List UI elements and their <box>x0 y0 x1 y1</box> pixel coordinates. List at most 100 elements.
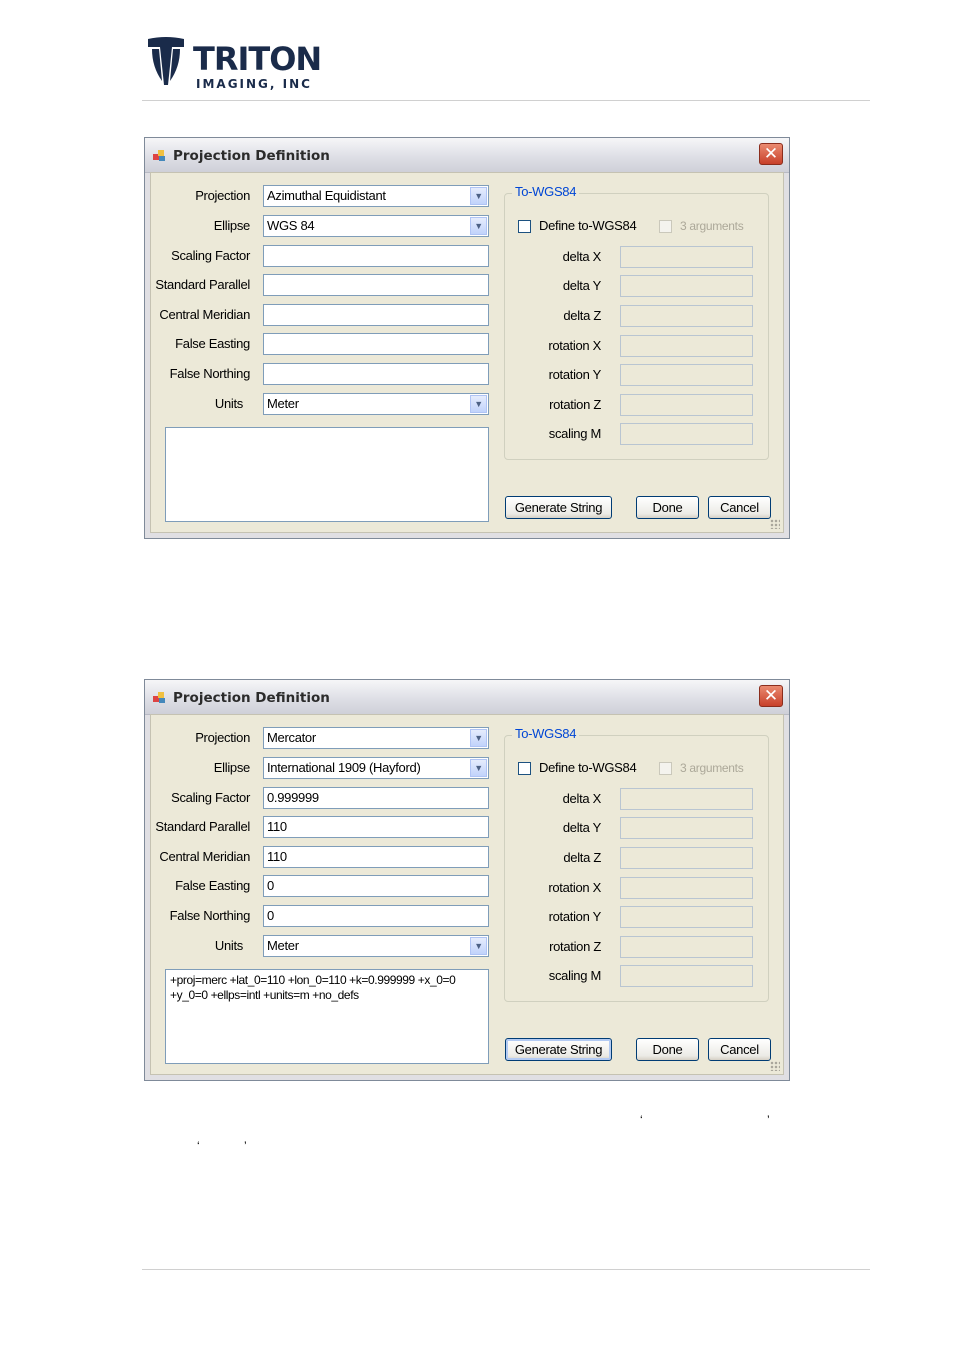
cancel-button[interactable]: Cancel <box>708 496 771 519</box>
units-value: Meter <box>267 396 299 411</box>
close-icon: ✕ <box>763 686 779 706</box>
false-northing-input[interactable] <box>263 363 489 385</box>
three-arguments-checkbox[interactable] <box>659 762 672 775</box>
quote-mark: ‘ <box>640 1113 643 1127</box>
three-arguments-checkbox[interactable] <box>659 220 672 233</box>
rotation-x-input[interactable] <box>620 877 753 899</box>
close-icon: ✕ <box>763 144 779 164</box>
header-divider <box>142 100 870 101</box>
quote-mark: ‘ <box>197 1139 200 1153</box>
dialog-client: Projection Azimuthal Equidistant ▼ Ellips… <box>150 172 784 533</box>
rotation-x-label: rotation X <box>548 880 601 895</box>
units-dropdown[interactable]: Meter ▼ <box>263 393 489 415</box>
projection-dropdown[interactable]: Azimuthal Equidistant ▼ <box>263 185 489 207</box>
resize-grip-icon[interactable] <box>770 1061 780 1071</box>
define-towgs84-label: Define to-WGS84 <box>539 760 637 775</box>
proj-string-output[interactable] <box>165 427 489 522</box>
ellipse-value: WGS 84 <box>267 218 315 233</box>
chevron-down-icon[interactable]: ▼ <box>470 395 487 413</box>
projection-label: Projection <box>195 188 250 203</box>
units-label: Units <box>214 396 243 411</box>
delta-x-input[interactable] <box>620 246 753 268</box>
chevron-down-icon[interactable]: ▼ <box>470 217 487 235</box>
projection-dropdown[interactable]: Mercator ▼ <box>263 727 489 749</box>
projection-dialog-1: Projection Definition ✕ Projection Azimu… <box>144 137 790 539</box>
scaling-m-input[interactable] <box>620 423 753 445</box>
dialog-titlebar: Projection Definition ✕ <box>145 138 789 173</box>
delta-y-input[interactable] <box>620 275 753 297</box>
proj-string-output[interactable]: +proj=merc +lat_0=110 +lon_0=110 +k=0.99… <box>165 969 489 1064</box>
units-dropdown[interactable]: Meter ▼ <box>263 935 489 957</box>
dialog-title: Projection Definition <box>173 690 330 706</box>
chevron-down-icon[interactable]: ▼ <box>470 187 487 205</box>
chevron-down-icon[interactable]: ▼ <box>470 729 487 747</box>
delta-z-input[interactable] <box>620 847 753 869</box>
standard-parallel-input[interactable] <box>263 274 489 296</box>
define-towgs84-checkbox[interactable] <box>518 762 531 775</box>
scaling-m-input[interactable] <box>620 965 753 987</box>
ellipse-dropdown[interactable]: International 1909 (Hayford) ▼ <box>263 757 489 779</box>
delta-y-label: delta Y <box>562 278 601 293</box>
projection-dialog-2: Projection Definition ✕ Projection Merca… <box>144 679 790 1081</box>
quote-mark: ’ <box>767 1113 770 1127</box>
triton-logo-icon <box>148 37 184 85</box>
delta-z-input[interactable] <box>620 305 753 327</box>
define-towgs84-label: Define to-WGS84 <box>539 218 637 233</box>
false-northing-label: False Northing <box>169 366 251 381</box>
cancel-button[interactable]: Cancel <box>708 1038 771 1061</box>
ellipse-value: International 1909 (Hayford) <box>267 760 421 775</box>
delta-z-label: delta Z <box>563 308 601 323</box>
rotation-y-input[interactable] <box>620 364 753 386</box>
scaling-factor-input[interactable] <box>263 245 489 267</box>
false-easting-input[interactable]: 0 <box>263 875 489 897</box>
close-button[interactable]: ✕ <box>759 685 783 707</box>
resize-grip-icon[interactable] <box>770 519 780 529</box>
define-towgs84-checkbox[interactable] <box>518 220 531 233</box>
rotation-z-input[interactable] <box>620 394 753 416</box>
ellipse-label: Ellipse <box>213 218 251 233</box>
rotation-z-input[interactable] <box>620 936 753 958</box>
ellipse-dropdown[interactable]: WGS 84 ▼ <box>263 215 489 237</box>
scaling-m-label: scaling M <box>548 426 602 441</box>
scaling-m-label: scaling M <box>548 968 602 983</box>
three-arguments-label: 3 arguments <box>680 761 744 775</box>
projection-value: Mercator <box>267 730 316 745</box>
projection-value: Azimuthal Equidistant <box>267 188 386 203</box>
standard-parallel-label: Standard Parallel <box>155 277 250 292</box>
standard-parallel-label: Standard Parallel <box>155 819 250 834</box>
standard-parallel-input[interactable]: 110 <box>263 816 489 838</box>
delta-x-input[interactable] <box>620 788 753 810</box>
rotation-z-label: rotation Z <box>549 397 601 412</box>
scaling-factor-label: Scaling Factor <box>171 790 250 805</box>
central-meridian-input[interactable] <box>263 304 489 326</box>
delta-z-label: delta Z <box>563 850 601 865</box>
quote-mark: ’ <box>244 1139 247 1153</box>
false-easting-input[interactable] <box>263 333 489 355</box>
false-easting-label: False Easting <box>175 336 250 351</box>
done-button[interactable]: Done <box>636 496 699 519</box>
rotation-y-input[interactable] <box>620 906 753 928</box>
scaling-factor-input[interactable]: 0.999999 <box>263 787 489 809</box>
dialog-titlebar: Projection Definition ✕ <box>145 680 789 715</box>
generate-string-button[interactable]: Generate String <box>505 496 612 519</box>
done-button[interactable]: Done <box>636 1038 699 1061</box>
window-app-icon <box>153 150 165 161</box>
chevron-down-icon[interactable]: ▼ <box>470 937 487 955</box>
central-meridian-input[interactable]: 110 <box>263 846 489 868</box>
chevron-down-icon[interactable]: ▼ <box>470 759 487 777</box>
generate-string-button[interactable]: Generate String <box>505 1038 612 1061</box>
ellipse-label: Ellipse <box>213 760 251 775</box>
window-app-icon <box>153 692 165 703</box>
units-value: Meter <box>267 938 299 953</box>
delta-x-label: delta X <box>562 791 602 806</box>
dialog-client: Projection Mercator ▼ Ellipse Internation… <box>150 714 784 1075</box>
delta-y-input[interactable] <box>620 817 753 839</box>
close-button[interactable]: ✕ <box>759 143 783 165</box>
false-easting-label: False Easting <box>175 878 250 893</box>
false-northing-label: False Northing <box>169 908 251 923</box>
central-meridian-label: Central Meridian <box>159 849 250 864</box>
dialog-title: Projection Definition <box>173 148 330 164</box>
rotation-x-label: rotation X <box>548 338 601 353</box>
rotation-x-input[interactable] <box>620 335 753 357</box>
false-northing-input[interactable]: 0 <box>263 905 489 927</box>
